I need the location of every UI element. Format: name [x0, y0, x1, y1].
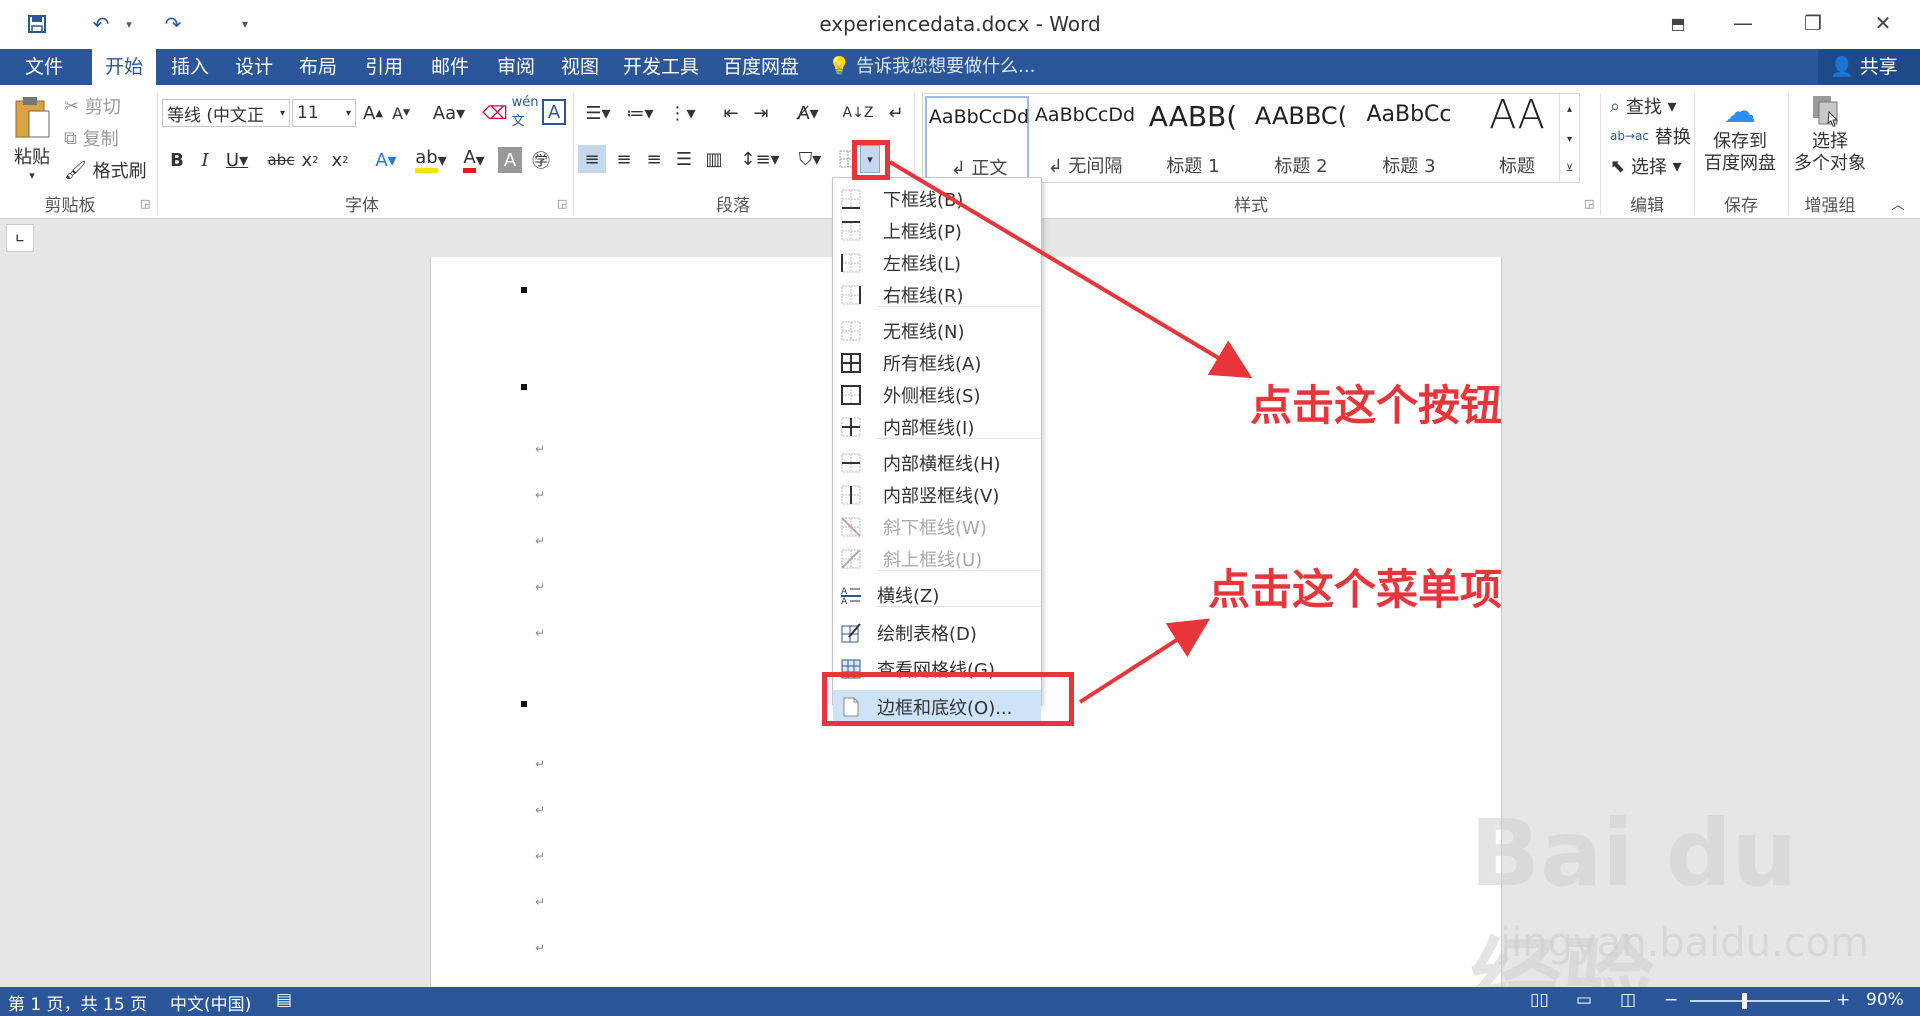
word-window: ↶ ▾ ↷ ▾ experiencedata.docx - Word ⬒ — ❐… — [0, 0, 1920, 1016]
web-layout-icon[interactable]: ◫ — [1620, 990, 1636, 1010]
zoom-in-icon[interactable]: + — [1836, 990, 1850, 1010]
zoom-slider-thumb[interactable] — [1742, 993, 1747, 1009]
zoom-level[interactable]: 90% — [1866, 990, 1904, 1010]
zoom-slider[interactable] — [1690, 1000, 1830, 1002]
arrow-to-menu-item — [1078, 618, 1211, 704]
baidu-watermark-url: jingyan.baidu.com — [1500, 920, 1870, 966]
language[interactable]: 中文(中国) — [170, 990, 251, 1015]
arrow-to-button — [888, 160, 1253, 379]
annotation-click-button: 点击这个按钮 — [1250, 381, 1503, 430]
proofing-icon[interactable]: ▤ — [276, 990, 292, 1010]
zoom-out-icon[interactable]: − — [1664, 990, 1678, 1010]
read-mode-icon[interactable]: ▯▯ — [1530, 990, 1549, 1010]
status-bar: 第 1 页，共 15 页 中文(中国) ▤ ▯▯ ▭ ◫ − + 90% — [0, 987, 1920, 1016]
baidu-watermark: Bai du 经验 — [1470, 800, 1798, 1016]
annotation-click-menu-item: 点击这个菜单项 — [1208, 565, 1503, 614]
print-layout-icon[interactable]: ▭ — [1576, 990, 1592, 1010]
page-count[interactable]: 第 1 页，共 15 页 — [8, 990, 147, 1015]
